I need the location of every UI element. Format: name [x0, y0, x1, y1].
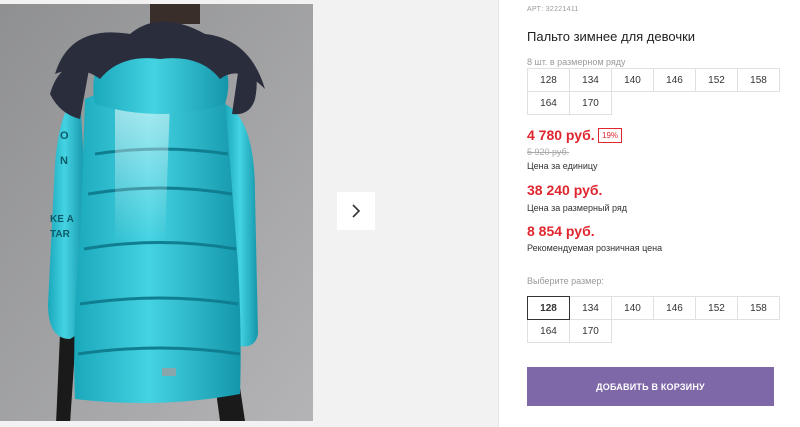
size-option-158[interactable]: 158	[737, 296, 780, 320]
size-option-146[interactable]: 146	[653, 296, 696, 320]
size-row-cell: 170	[569, 91, 612, 115]
product-title: Пальто зимнее для девочки	[527, 29, 696, 44]
retail-price: 8 854 руб.	[527, 223, 595, 239]
next-image-button[interactable]	[337, 192, 375, 230]
size-row-cell: 152	[695, 68, 738, 92]
jacket-print-4: TAR	[50, 229, 71, 240]
choose-size-label: Выберите размер:	[527, 276, 604, 286]
add-to-cart-button[interactable]: ДОБАВИТЬ В КОРЗИНУ	[527, 367, 774, 406]
unit-price-caption: Цена за единицу	[527, 161, 598, 171]
size-option-164[interactable]: 164	[527, 319, 570, 343]
size-row-cell: 146	[653, 68, 696, 92]
size-option-152[interactable]: 152	[695, 296, 738, 320]
row-price: 38 240 руб.	[527, 182, 603, 198]
size-row-cell: 128	[527, 68, 570, 92]
sizes-in-row-label: 8 шт. в размерном ряду	[527, 57, 626, 67]
size-row-cell: 134	[569, 68, 612, 92]
row-price-caption: Цена за размерный ряд	[527, 203, 628, 213]
jacket-illustration: Ο N ΚΕ A TAR	[0, 4, 313, 421]
size-row-cell: 158	[737, 68, 780, 92]
unit-price: 4 780 руб.	[527, 127, 595, 143]
jacket-print-1: Ο	[60, 130, 69, 142]
size-option-140[interactable]: 140	[611, 296, 654, 320]
chevron-right-icon	[352, 204, 361, 218]
old-price: 5 920 руб.	[527, 147, 570, 157]
size-row-cell: 164	[527, 91, 570, 115]
product-photo[interactable]: Ο N ΚΕ A TAR	[0, 4, 313, 421]
jacket-print-3: ΚΕ A	[50, 214, 74, 225]
retail-price-caption: Рекомендуемая розничная цена	[527, 243, 663, 253]
jacket-print-2: N	[60, 155, 68, 167]
size-option-170[interactable]: 170	[569, 319, 612, 343]
product-sku: АРТ: 32221411	[527, 6, 579, 13]
product-gallery: Ο N ΚΕ A TAR	[0, 0, 498, 427]
size-option-134[interactable]: 134	[569, 296, 612, 320]
size-option-128[interactable]: 128	[527, 296, 570, 320]
size-row-grid: 128 134 140 146 152 158 164 170	[527, 68, 780, 115]
size-selector: 128 134 140 146 152 158 164 170	[527, 296, 780, 343]
discount-badge: 19%	[598, 128, 623, 143]
size-row-cell: 140	[611, 68, 654, 92]
panel-divider	[498, 0, 499, 427]
